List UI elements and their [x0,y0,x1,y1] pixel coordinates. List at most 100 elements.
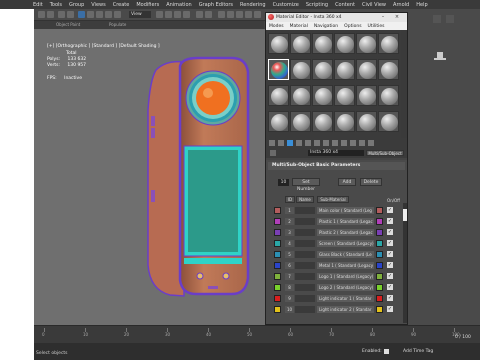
sample-slot[interactable] [312,85,333,106]
row-submaterial-button[interactable]: Screen ( Standard (Legacy) [317,240,374,247]
sample-slot[interactable] [334,111,355,132]
link-icon[interactable] [58,11,65,18]
row-submaterial-button[interactable]: Glass Black ( Standard (Le [317,251,374,258]
row-submaterial-button[interactable]: Light indicator 1 ( Standar [317,295,374,302]
pin-icon[interactable] [446,15,454,23]
row-color-swatch[interactable] [376,229,383,236]
menu-item-customize[interactable]: Customize [273,2,299,8]
row-onoff-checkbox[interactable]: ✓ [387,251,393,257]
row-name-field[interactable] [295,273,315,280]
row-id[interactable]: 3 [285,229,294,236]
menu-navigation[interactable]: Navigation [314,24,338,29]
material-count[interactable]: 10 [278,179,289,186]
go-forward-icon[interactable] [368,140,374,146]
undo-icon[interactable] [38,11,45,18]
row-submaterial-button[interactable]: Metal 1 ( Standard (Legacy [317,262,374,269]
viewcube-hat-icon[interactable] [434,52,446,61]
col-submaterial[interactable]: Sub-Material [317,196,349,203]
row-name-field[interactable] [295,218,315,225]
view-dropdown[interactable]: View [129,11,151,18]
row-submaterial-button[interactable]: Plastic 1 ( Standard (Legac [317,218,374,225]
sample-slot[interactable] [334,33,355,54]
menu-item-graph-editors[interactable]: Graph Editors [199,2,233,8]
col-name[interactable]: Name [296,196,314,203]
swatch-icon[interactable] [274,229,281,236]
snap-icon[interactable] [165,11,172,18]
sample-slot[interactable] [378,59,399,80]
curve-editor-icon[interactable] [227,11,234,18]
unlink-icon[interactable] [67,11,74,18]
sample-slot[interactable] [356,59,377,80]
set-number-button[interactable]: Set Number [292,178,320,192]
sample-slot[interactable] [378,111,399,132]
menu-material[interactable]: Material [290,24,308,29]
sample-slot[interactable] [290,33,311,54]
row-id[interactable]: 10 [285,306,294,313]
go-to-parent-icon[interactable] [359,140,365,146]
row-submaterial-button[interactable]: Plastic 2 ( Standard (Legac [317,229,374,236]
delete-button[interactable]: Delete [360,178,382,186]
render-setup-icon[interactable] [254,11,261,18]
expand-icon[interactable] [433,15,441,23]
menu-item-tools[interactable]: Tools [50,2,62,8]
row-submaterial-button[interactable]: Logo 1 ( Standard (Legacy) [317,273,374,280]
camera-model[interactable] [140,50,256,300]
align-icon[interactable] [205,11,212,18]
material-name-field[interactable]: Insta 360 x4 [308,150,364,156]
mirror-icon[interactable] [196,11,203,18]
row-id[interactable]: 1 [285,207,294,214]
pick-material-icon[interactable] [270,150,276,156]
menu-item-civil-view[interactable]: Civil View [362,2,386,8]
row-onoff-checkbox[interactable]: ✓ [387,218,393,224]
row-id[interactable]: 2 [285,218,294,225]
library-icon[interactable] [323,140,329,146]
rollout-scrollbar[interactable] [403,203,407,323]
put-to-scene-icon[interactable] [278,140,284,146]
row-id[interactable]: 5 [285,251,294,258]
minimize-icon[interactable]: – [378,13,388,22]
row-submaterial-button[interactable]: Light indicator 2 ( Standar [317,306,374,313]
enabled-checkbox[interactable] [383,349,389,354]
sample-slot[interactable] [312,59,333,80]
sample-slot[interactable] [356,85,377,106]
redo-icon[interactable] [47,11,54,18]
menu-item-edit[interactable]: Edit [33,2,43,8]
swatch-icon[interactable] [274,240,281,247]
sample-slot[interactable] [356,33,377,54]
sample-slot[interactable] [334,85,355,106]
select-by-name-icon[interactable] [87,11,94,18]
menu-item-create[interactable]: Create [113,2,130,8]
sample-slot[interactable] [378,85,399,106]
menu-item-arnold[interactable]: Arnold [393,2,409,8]
row-onoff-checkbox[interactable]: ✓ [387,295,393,301]
swatch-icon[interactable] [274,273,281,280]
copy-material-icon[interactable] [305,140,311,146]
schematic-icon[interactable] [236,11,243,18]
timeline[interactable]: 0 10 20 30 40 50 60 70 80 90 100 [34,325,480,343]
row-name-field[interactable] [295,207,315,214]
menu-item-group[interactable]: Group [69,2,84,8]
close-icon[interactable]: × [392,13,402,22]
row-name-field[interactable] [295,284,315,291]
row-id[interactable]: 9 [285,295,294,302]
reset-map-icon[interactable] [296,140,302,146]
swatch-icon[interactable] [274,251,281,258]
unique-icon[interactable] [314,140,320,146]
select-icon[interactable] [78,11,85,18]
sample-slot[interactable] [356,111,377,132]
material-type-button[interactable]: Multi/Sub-Object [366,150,404,156]
menu-item-modifiers[interactable]: Modifiers [136,2,159,8]
rotate-icon[interactable] [105,11,112,18]
row-color-swatch[interactable] [376,240,383,247]
populate-tab[interactable]: Populate [109,22,126,27]
sample-slot[interactable] [268,33,289,54]
percent-snap-icon[interactable] [183,11,190,18]
row-id[interactable]: 8 [285,284,294,291]
row-onoff-checkbox[interactable]: ✓ [387,273,393,279]
menu-utilities[interactable]: Utilities [368,24,385,29]
material-editor-titlebar[interactable]: Material Editor - Insta 360 x4 – × [266,13,407,22]
row-color-swatch[interactable] [376,273,383,280]
sample-slot[interactable] [290,111,311,132]
show-end-result-icon[interactable] [350,140,356,146]
scrollbar-thumb[interactable] [403,209,407,221]
